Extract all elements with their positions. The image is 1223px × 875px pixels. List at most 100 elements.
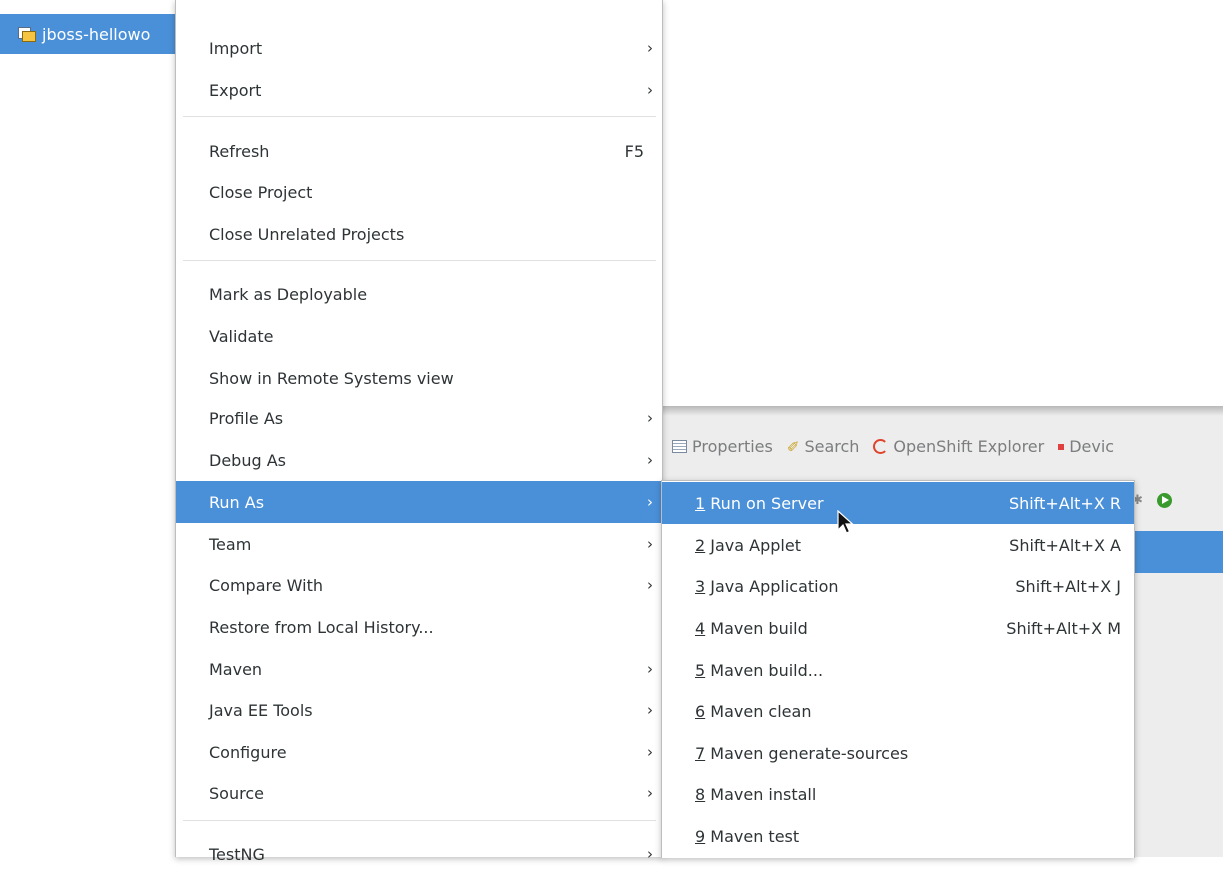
tab-devices[interactable]: Devic	[1058, 437, 1114, 456]
menu-item-validate[interactable]: Validate	[176, 315, 662, 357]
submenu-item-maven-build-dialog[interactable]: 5 Maven build...	[662, 649, 1134, 691]
views-toolbar: ✱	[1132, 493, 1172, 508]
tab-openshift-explorer[interactable]: OpenShift Explorer	[873, 437, 1044, 456]
menu-separator	[183, 820, 656, 821]
menu-item-accelerator: Shift+Alt+X J	[1015, 576, 1121, 596]
run-icon[interactable]	[1156, 493, 1172, 508]
menu-item-source[interactable]: Source ›	[176, 772, 662, 814]
menu-item-label: Profile As	[209, 408, 284, 428]
menu-item-label: Refresh	[209, 141, 270, 161]
submenu-item-java-applet[interactable]: 2 Java Applet Shift+Alt+X A	[662, 524, 1134, 566]
chevron-right-icon: ›	[647, 701, 653, 719]
label-text: Run on Server	[705, 493, 824, 513]
views-tab-bar: Properties ✐ Search OpenShift Explorer De…	[672, 437, 1114, 456]
menu-item-java-ee-tools[interactable]: Java EE Tools ›	[176, 689, 662, 731]
label-text: Java Applet	[705, 535, 801, 555]
label-text: Maven install	[705, 784, 817, 804]
tab-label: Properties	[692, 437, 773, 456]
label-text: Maven generate-sources	[705, 743, 909, 763]
menu-item-profile-as[interactable]: Profile As ›	[176, 397, 662, 439]
mouse-cursor-icon	[837, 510, 855, 534]
chevron-right-icon: ›	[647, 451, 653, 469]
menu-item-label: Export	[209, 80, 262, 100]
menu-item-run-as[interactable]: Run As ›	[176, 481, 662, 523]
submenu-item-maven-generate-sources[interactable]: 7 Maven generate-sources	[662, 732, 1134, 774]
submenu-item-run-on-server[interactable]: 1 Run on Server Shift+Alt+X R	[662, 482, 1134, 524]
submenu-item-label: 2 Java Applet	[695, 536, 1009, 555]
menu-item-label: Configure	[209, 742, 287, 762]
mnemonic: 2	[695, 535, 706, 555]
menu-item-label: Close Project	[209, 182, 313, 202]
menu-item-label: Java EE Tools	[209, 700, 313, 720]
mnemonic: 6	[695, 701, 706, 721]
tab-properties[interactable]: Properties	[672, 437, 773, 456]
menu-item-close-project[interactable]: Close Project	[176, 171, 662, 213]
submenu-item-maven-test[interactable]: 9 Maven test	[662, 815, 1134, 857]
chevron-right-icon: ›	[647, 660, 653, 678]
menu-item-label: Team	[209, 534, 252, 554]
submenu-item-maven-clean[interactable]: 6 Maven clean	[662, 690, 1134, 732]
submenu-item-label: 5 Maven build...	[695, 661, 1134, 680]
label-text: Java Application	[705, 576, 839, 596]
mnemonic: 8	[695, 784, 706, 804]
menu-item-close-unrelated-projects[interactable]: Close Unrelated Projects	[176, 213, 662, 255]
chevron-right-icon: ›	[647, 493, 653, 511]
menu-item-label: Maven	[209, 659, 263, 679]
menu-item-maven[interactable]: Maven ›	[176, 648, 662, 690]
submenu-item-label: 8 Maven install	[695, 785, 1134, 804]
tab-label: OpenShift Explorer	[893, 437, 1045, 456]
chevron-right-icon: ›	[647, 39, 653, 57]
menu-item-compare-with[interactable]: Compare With ›	[176, 564, 662, 606]
menu-item-label: Run As	[209, 492, 265, 512]
selected-server-row[interactable]	[1132, 531, 1223, 573]
label-text: Maven clean	[705, 701, 812, 721]
editor-area	[660, 0, 1223, 406]
mnemonic: 5	[695, 660, 706, 680]
menu-separator	[183, 116, 656, 117]
label-text: Maven test	[705, 826, 800, 846]
search-icon: ✐	[786, 437, 800, 456]
menu-item-show-in-remote-systems[interactable]: Show in Remote Systems view	[176, 357, 662, 399]
project-explorer-item[interactable]: jboss-hellowo	[0, 14, 182, 54]
menu-item-debug-as[interactable]: Debug As ›	[176, 439, 662, 481]
menu-item-label: Close Unrelated Projects	[209, 224, 405, 244]
mnemonic: 1	[695, 493, 706, 513]
chevron-right-icon: ›	[647, 576, 653, 594]
submenu-item-java-application[interactable]: 3 Java Application Shift+Alt+X J	[662, 565, 1134, 607]
properties-icon	[672, 440, 687, 453]
chevron-right-icon: ›	[647, 845, 653, 863]
menu-item-label: Show in Remote Systems view	[209, 368, 454, 388]
mnemonic: 9	[695, 826, 706, 846]
submenu-item-label: 6 Maven clean	[695, 702, 1134, 721]
menu-item-accelerator: Shift+Alt+X M	[1006, 618, 1121, 638]
submenu-item-maven-build[interactable]: 4 Maven build Shift+Alt+X M	[662, 607, 1134, 649]
label-text: Maven build	[705, 618, 808, 638]
menu-item-testng[interactable]: TestNG ›	[176, 833, 662, 875]
label-text: Maven build...	[705, 660, 824, 680]
chevron-right-icon: ›	[647, 81, 653, 99]
submenu-item-label: 3 Java Application	[695, 577, 1015, 596]
menu-item-accelerator: F5	[624, 141, 644, 161]
menu-item-label: Debug As	[209, 450, 286, 470]
menu-item-export[interactable]: Export ›	[176, 69, 662, 111]
tab-label: Search	[804, 437, 860, 456]
menu-item-mark-as-deployable[interactable]: Mark as Deployable	[176, 273, 662, 315]
submenu-item-maven-install[interactable]: 8 Maven install	[662, 773, 1134, 815]
submenu-item-label: 7 Maven generate-sources	[695, 744, 1134, 763]
openshift-icon	[873, 439, 889, 454]
menu-item-import[interactable]: Import ›	[176, 27, 662, 69]
chevron-right-icon: ›	[647, 743, 653, 761]
submenu-item-label: 4 Maven build	[695, 619, 1006, 638]
panel-divider[interactable]	[660, 406, 1223, 416]
menu-item-label: Restore from Local History...	[209, 617, 434, 637]
menu-item-label: Source	[209, 783, 264, 803]
menu-separator	[183, 260, 656, 261]
tab-search[interactable]: ✐ Search	[787, 437, 860, 456]
menu-item-restore-from-local-history[interactable]: Restore from Local History...	[176, 606, 662, 648]
mnemonic: 4	[695, 618, 706, 638]
menu-item-configure[interactable]: Configure ›	[176, 731, 662, 773]
submenu-item-label: 9 Maven test	[695, 827, 1134, 846]
menu-item-team[interactable]: Team ›	[176, 523, 662, 565]
menu-item-label: TestNG	[209, 844, 265, 864]
menu-item-refresh[interactable]: Refresh F5	[176, 130, 662, 172]
